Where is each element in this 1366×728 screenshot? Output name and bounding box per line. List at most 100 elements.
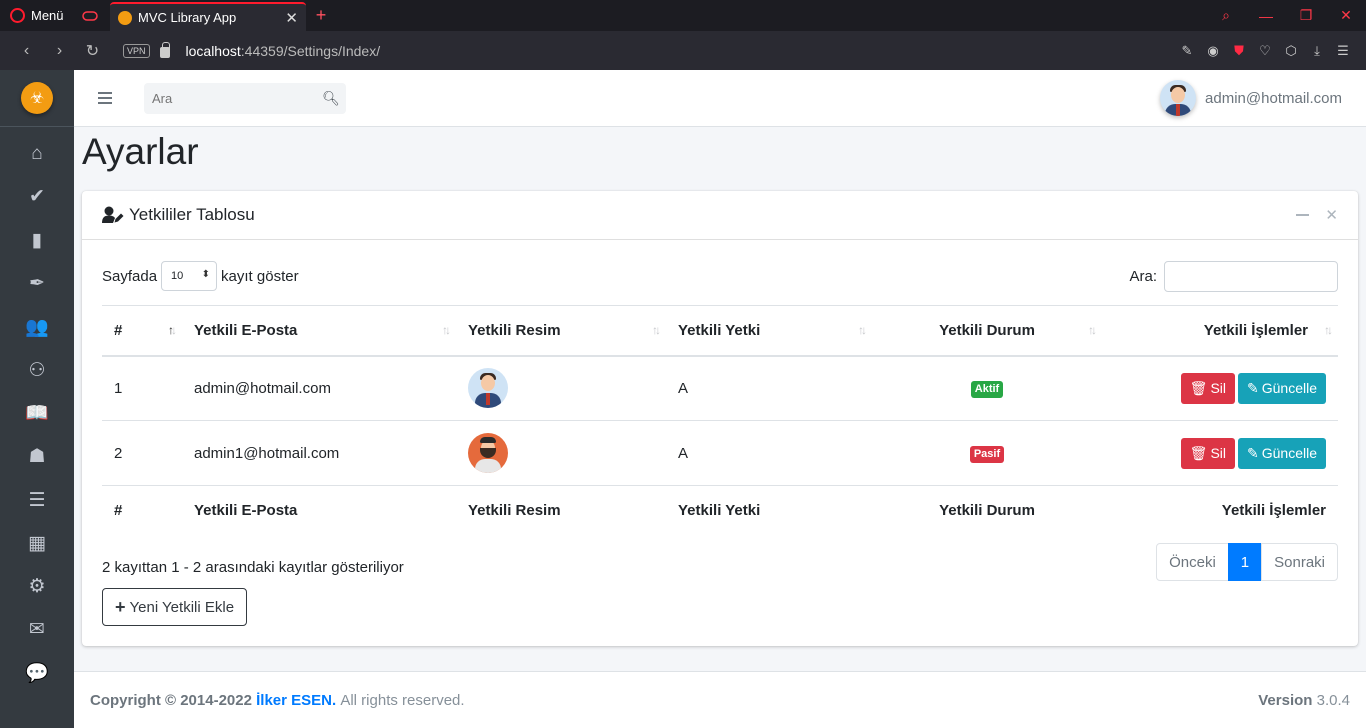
pagination: Önceki 1 Sonraki	[1156, 543, 1338, 581]
col-header-status[interactable]: Yetkili Durum ↑↓	[872, 305, 1102, 357]
card-close-icon[interactable]: ✕	[1325, 206, 1338, 224]
heart-icon[interactable]: ♡	[1252, 43, 1278, 59]
status-badge: Pasif	[969, 445, 1005, 463]
sidebar-item-building[interactable]: ▦	[0, 522, 74, 565]
sidebar-item-library[interactable]: 📖	[0, 392, 74, 435]
col-header-image[interactable]: Yetkili Resim ↑↓	[456, 305, 666, 357]
page-length-select[interactable]: 10	[161, 261, 218, 291]
add-authorized-user-button[interactable]: + Yeni Yetkili Ekle	[102, 588, 248, 626]
datatable-controls: Sayfada 10 kayıt göster Ara:	[102, 260, 1338, 292]
new-tab-button[interactable]: +	[306, 0, 336, 31]
rights-text: All rights reserved.	[340, 691, 465, 709]
page-footer: Copyright © 2014-2022 İlker ESEN. All ri…	[74, 671, 1366, 728]
vpn-badge[interactable]: VPN	[123, 43, 150, 58]
col-header-number[interactable]: # ↑↓	[102, 305, 182, 357]
pagination-page-1[interactable]: 1	[1227, 543, 1263, 581]
pagination-next[interactable]: Sonraki	[1261, 543, 1338, 581]
update-button[interactable]: ✎ Güncelle	[1238, 437, 1326, 469]
update-button-label: Güncelle	[1261, 445, 1317, 461]
delete-button[interactable]: 🗑︎ Sil	[1180, 372, 1235, 404]
row-role: A	[666, 420, 872, 486]
row-email: admin1@hotmail.com	[182, 420, 456, 486]
lock-icon[interactable]	[159, 41, 170, 58]
forward-arrow-icon[interactable]: ›	[43, 42, 76, 60]
cube-icon[interactable]: ⬡	[1278, 43, 1304, 59]
delete-button-label: Sil	[1210, 445, 1226, 461]
back-arrow-icon[interactable]: ‹	[10, 42, 43, 60]
sidebar-item-home[interactable]: ⌂	[0, 132, 74, 175]
browser-menu-button[interactable]: Menü	[0, 0, 70, 31]
download-icon[interactable]: ⤓	[1304, 43, 1330, 59]
table-search-label: Ara:	[1129, 267, 1157, 285]
building-icon: ▦	[28, 532, 46, 554]
sidebar-item-chat[interactable]: 💬	[0, 652, 74, 695]
tab-close-icon[interactable]: ✕	[285, 9, 298, 27]
sidebar-item-users[interactable]: 👥	[0, 305, 74, 348]
search-icon[interactable]: 🔍︎	[316, 90, 346, 107]
camera-icon[interactable]: ◉	[1200, 43, 1226, 59]
url-host: localhost	[185, 42, 241, 59]
pagination-prev[interactable]: Önceki	[1156, 543, 1229, 581]
navbar-search: 🔍︎	[144, 82, 346, 114]
window-maximize-icon[interactable]: ❐	[1286, 7, 1326, 24]
snap-edit-icon[interactable]: ✎	[1174, 43, 1200, 59]
user-email[interactable]: admin@hotmail.com	[1205, 90, 1342, 107]
row-number: 1	[102, 355, 182, 421]
status-badge: Aktif	[970, 380, 1004, 398]
main-header: 🔍︎ admin@hotmail.com	[74, 70, 1366, 127]
card-title-text: Yetkililer Tablosu	[129, 205, 255, 224]
window-close-icon[interactable]: ✕	[1326, 7, 1366, 24]
delete-button-label: Sil	[1210, 380, 1226, 397]
browser-tab-active[interactable]: MVC Library App ✕	[110, 2, 306, 31]
row-number: 2	[102, 420, 182, 486]
col-header-email[interactable]: Yetkili E-Posta ↑↓	[182, 305, 456, 357]
adblock-shield-icon[interactable]: ⛊	[1226, 43, 1252, 59]
window-minimize-icon[interactable]: —	[1246, 8, 1286, 24]
version-value: 3.0.4	[1316, 691, 1350, 709]
update-button[interactable]: ✎ Güncelle	[1238, 372, 1326, 404]
people-carry-icon: ⚇	[28, 359, 46, 381]
table-search: Ara:	[1129, 260, 1338, 292]
row-image-cell	[456, 420, 666, 486]
row-role: A	[666, 355, 872, 421]
col-header-actions[interactable]: Yetkili İşlemler ↑↓	[1102, 305, 1338, 357]
sidebar-item-list[interactable]: ☰	[0, 478, 74, 521]
sort-icon: ↑↓	[1088, 323, 1097, 337]
browser-search-icon[interactable]: ⌕	[1206, 7, 1246, 24]
author-link[interactable]: İlker ESEN.	[256, 692, 336, 709]
hamburger-menu-icon[interactable]	[98, 92, 112, 104]
reload-icon[interactable]: ↻	[76, 41, 109, 61]
biohazard-logo-icon: ☣	[21, 82, 53, 114]
sidebar-item-authors[interactable]: ✒	[0, 262, 74, 305]
brand[interactable]: ☣	[0, 70, 74, 127]
sidebar-item-settings[interactable]: ⚙	[0, 565, 74, 608]
edit-icon: ✎	[1247, 379, 1259, 396]
table-info: 2 kayıttan 1 - 2 arasındaki kayıtlar gös…	[102, 559, 404, 576]
sidebar-item-staff[interactable]: ⚇	[0, 348, 74, 391]
navbar-search-input[interactable]	[144, 90, 316, 106]
collapse-minus-icon[interactable]	[1296, 214, 1310, 216]
edit-icon: ✎	[1247, 444, 1259, 461]
card-title: Yetkililer Tablosu	[102, 205, 255, 225]
row-image-cell	[456, 355, 666, 421]
sidebar-item-books[interactable]: ▮	[0, 219, 74, 262]
feather-pen-icon: ✒	[29, 273, 45, 295]
card-header: Yetkililer Tablosu ✕	[82, 191, 1358, 240]
easy-setup-icon[interactable]: ☰	[1330, 43, 1356, 59]
user-menu[interactable]: admin@hotmail.com	[1160, 80, 1342, 116]
list-icon: ☰	[28, 489, 46, 511]
gamepad-icon[interactable]	[70, 0, 110, 31]
user-avatar[interactable]	[1160, 80, 1197, 116]
sidebar-item-check[interactable]: ✔	[0, 175, 74, 218]
table-search-input[interactable]	[1164, 260, 1338, 292]
user-image-avatar	[468, 433, 508, 473]
foot-status: Yetkili Durum	[872, 485, 1102, 536]
col-header-role[interactable]: Yetkili Yetki ↑↓	[666, 305, 872, 357]
delete-button[interactable]: 🗑︎ Sil	[1180, 437, 1235, 469]
url-text[interactable]: localhost:44359/Settings/Index/	[186, 43, 381, 59]
sidebar-item-messages[interactable]: ✉	[0, 608, 74, 651]
row-status-cell: Aktif	[872, 355, 1102, 421]
browser-address-bar: ‹ › ↻ VPN localhost:44359/Settings/Index…	[0, 31, 1366, 70]
sidebar-item-readers[interactable]: ☗	[0, 435, 74, 478]
row-actions: 🗑︎ Sil ✎ Güncelle	[1102, 420, 1338, 486]
